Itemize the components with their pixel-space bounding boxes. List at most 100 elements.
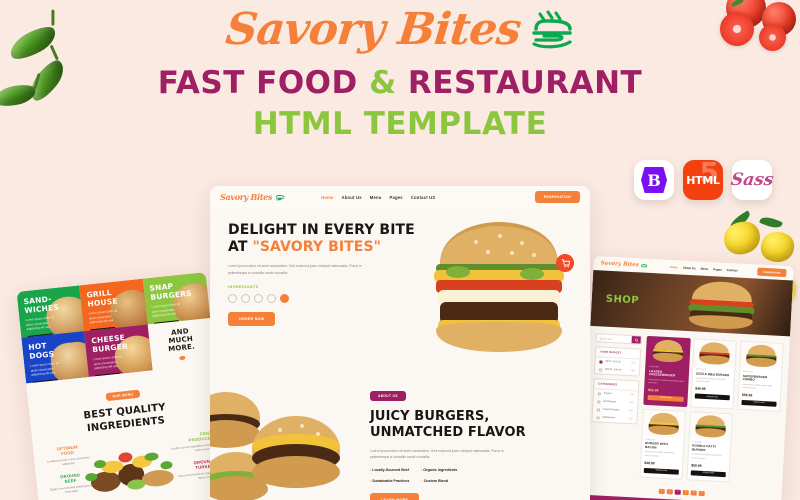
checkbox-icon[interactable] <box>598 367 603 372</box>
tagline-restaurant: RESTAURANT <box>407 65 643 101</box>
product-card[interactable]: BURGER DOUBLE PATTY BURGER Ground beef, … <box>686 411 733 482</box>
nav-link-about-us[interactable]: About Us <box>683 266 696 271</box>
bootstrap-badge: B <box>634 160 674 200</box>
product-price: $58.99 <box>741 392 753 398</box>
lettuce-icon[interactable] <box>254 293 263 303</box>
filter-budget: YOUR BUDGET $0.00 - $20.00 (12) $20.00 -… <box>593 346 642 377</box>
checkbox-icon[interactable] <box>599 359 603 364</box>
reservation-button[interactable]: RESERVATION <box>534 191 580 203</box>
page-button-active[interactable]: 3 <box>674 489 681 495</box>
checkbox-icon[interactable] <box>596 415 600 420</box>
sass-label: Sass <box>729 170 775 190</box>
category-title: AND MUCH MORE. <box>167 327 196 354</box>
navbar-links: Home About Us Menu Pages Contact US <box>321 195 435 200</box>
search-input[interactable]: Search here <box>597 334 632 343</box>
product-image <box>646 336 690 366</box>
filter-label: Sandwiches <box>602 416 615 420</box>
product-card[interactable]: BURGER SUPERBURGER COMBO Ground beef, ch… <box>737 340 784 412</box>
product-order-button[interactable]: ORDER NOW <box>690 469 726 477</box>
shop-nav-links: Home About Us Menu Pages Contact <box>670 265 738 273</box>
burger-image <box>699 342 730 365</box>
product-price: $52.99 <box>647 387 659 393</box>
product-desc: Ground beef, cheddar, tomato BBQ sauce a… <box>644 451 675 458</box>
navbar-logo[interactable]: Savory Bites <box>600 260 639 268</box>
left-mockup-menu-categories[interactable]: SAND- WICHES Lorem ipsum dolor sit amet c… <box>16 272 231 500</box>
hero-paragraph: Lorem ipsum dolor sit amet consectetur. … <box>228 264 362 275</box>
cheese-icon[interactable] <box>241 293 250 303</box>
category-card-sandwiches[interactable]: SAND- WICHES Lorem ipsum dolor sit amet c… <box>16 285 85 338</box>
chili-icon[interactable] <box>280 293 289 303</box>
product-desc: Ground beef, cheddar, tomato BBQ sauce a… <box>742 383 773 390</box>
nav-link-contact[interactable]: Contact <box>727 268 738 273</box>
product-info: BURGER SIZZLE BBQ BURGER Ground beef, ch… <box>691 365 734 404</box>
nav-link-home[interactable]: Home <box>321 195 333 200</box>
about-section: ABOUT US JUICY BURGERS, UNMATCHED FLAVOR… <box>210 368 590 500</box>
product-order-button[interactable]: ORDER NOW <box>741 399 777 407</box>
filter-row[interactable]: $20.00 - $40.00 (08) <box>595 365 639 375</box>
brand-name: Savory Bites <box>223 4 523 55</box>
nav-link-contact-us[interactable]: Contact US <box>411 195 436 200</box>
center-mockup-homepage[interactable]: Savory Bites Home About Us Menu Pages Co… <box>210 186 590 500</box>
bullet-organic-ingredients: Organic Ingredients <box>421 468 457 472</box>
category-card-snap-burgers[interactable]: SNAP BURGERS Lorem ipsum dolor sit amet c… <box>142 272 211 325</box>
burger-image <box>695 415 726 438</box>
shop-search[interactable]: Search here <box>595 333 642 345</box>
category-card-hot-dogs[interactable]: HOT DOGS Lorem ipsum dolor sit amet conse… <box>21 331 90 384</box>
hero-title-line1: DELIGHT IN EVERY BITE <box>228 222 415 238</box>
navbar-logo[interactable]: Savory Bites <box>220 192 272 202</box>
floating-cart-badge[interactable] <box>556 254 574 272</box>
product-desc: Ground beef, cheddar, tomato BBQ sauce a… <box>648 378 684 385</box>
reservation-button[interactable]: RESERVATION <box>757 267 787 278</box>
page-button[interactable]: 6 <box>698 490 705 496</box>
product-order-button[interactable]: ORDER NOW <box>643 467 679 475</box>
filter-label: $20.00 - $40.00 <box>605 368 622 372</box>
nav-link-home[interactable]: Home <box>670 265 678 269</box>
tomato-icon[interactable] <box>228 293 237 303</box>
page-button[interactable]: 2 <box>666 488 673 495</box>
bullet-locally-sourced-beef: Locally-Sourced Beef <box>370 468 409 472</box>
salad-spread-image <box>85 452 174 492</box>
patty-icon[interactable] <box>267 293 276 303</box>
product-card-featured[interactable]: BURGER LOADED CHEESEBURGER Ground beef, … <box>643 335 691 407</box>
page-button[interactable]: 5 <box>690 489 697 496</box>
nav-link-menu[interactable]: Menu <box>370 195 382 200</box>
feature-desc: Locally sourced vegetables picked each m… <box>170 442 213 452</box>
checkbox-icon[interactable] <box>597 391 601 396</box>
search-icon[interactable] <box>631 336 641 344</box>
right-mockup-shop-page[interactable]: Savory Bites Home About Us Menu Pages Co… <box>580 256 794 500</box>
product-card[interactable]: BURGER BURGER WITH BACON Ground beef, ch… <box>639 408 687 480</box>
product-card[interactable]: BURGER SIZZLE BBQ BURGER Ground beef, ch… <box>690 338 737 410</box>
product-order-button[interactable]: ORDER NOW <box>694 393 730 401</box>
nav-link-about-us[interactable]: About Us <box>342 195 362 200</box>
checkbox-icon[interactable] <box>596 407 601 412</box>
product-name: DOUBLE PATTY BURGER <box>691 443 717 452</box>
bullet-custom-blend: Custom Blend <box>421 479 448 483</box>
category-card-and-much-more[interactable]: AND MUCH MORE. <box>147 318 215 370</box>
product-price: $46.99 <box>695 386 706 392</box>
order-now-button[interactable]: ORDER NOW <box>228 311 276 326</box>
nav-link-pages[interactable]: Pages <box>389 195 402 200</box>
filter-count: (12) <box>631 362 636 365</box>
filter-label: $0.00 - $20.00 <box>605 360 621 364</box>
page-button[interactable]: 4 <box>682 489 689 495</box>
hero-section: DELIGHT IN EVERY BITE AT "SAVORY BITES" … <box>210 208 590 368</box>
category-card-cheese-burger[interactable]: CHEESE BURGER Lorem ipsum dolor sit amet … <box>84 324 153 377</box>
filter-label: Cheese Burgers <box>602 408 620 412</box>
nav-link-pages[interactable]: Pages <box>713 267 722 271</box>
tagline-line2: HTML TEMPLATE <box>252 106 548 142</box>
cart-icon <box>561 258 570 267</box>
section-pill: OUR MENU <box>105 389 141 402</box>
nav-link-menu[interactable]: Menu <box>701 267 709 271</box>
banner-burger-image <box>688 281 755 329</box>
tagline-fastfood: FAST FOOD <box>157 65 358 101</box>
bootstrap-icon: B <box>641 167 667 193</box>
page-button[interactable]: 1 <box>658 488 665 494</box>
filter-row[interactable]: Sandwiches (11) <box>592 413 636 423</box>
lemon-leaf-icon <box>759 214 783 231</box>
category-card-grill-house[interactable]: GRILL HOUSE Lorem ipsum dolor sit amet co… <box>79 278 148 332</box>
html5-label: HTML <box>686 173 720 187</box>
feature-fine-produce: FINE PRODUCE Locally sourced vegetables p… <box>166 430 212 455</box>
learn-more-button[interactable]: LEARN MORE <box>370 492 420 500</box>
product-order-button[interactable]: ORDER NOW <box>647 394 684 402</box>
checkbox-icon[interactable] <box>597 399 601 404</box>
